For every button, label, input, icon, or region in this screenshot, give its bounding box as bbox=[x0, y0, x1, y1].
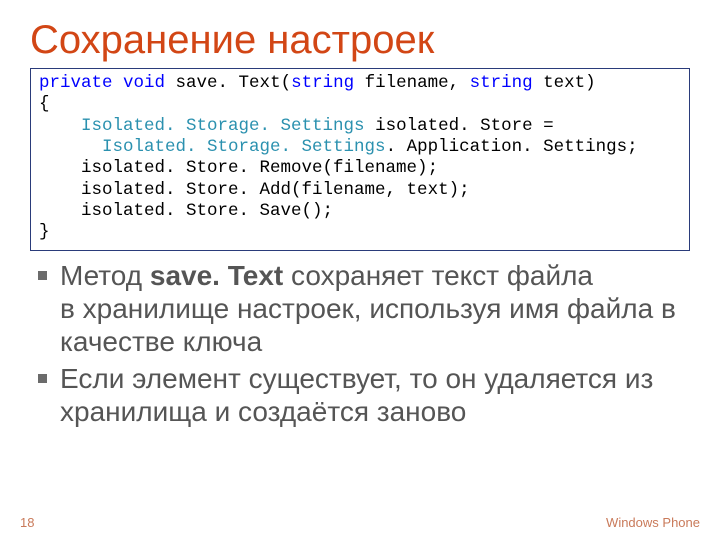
bullet-text: Если элемент существует, то он удаляется… bbox=[60, 363, 653, 427]
code-text: isolated. Store. Save(); bbox=[39, 201, 333, 221]
code-type: string bbox=[291, 73, 354, 93]
code-text: text) bbox=[533, 73, 596, 93]
brand-label: Windows Phone bbox=[606, 515, 700, 530]
code-text: filename, bbox=[354, 73, 470, 93]
code-text: isolated. Store. Add(filename, text); bbox=[39, 180, 470, 200]
code-keyword: void bbox=[123, 73, 165, 93]
code-type: Isolated. Storage. Settings bbox=[102, 137, 386, 157]
code-type: Isolated. Storage. Settings bbox=[81, 116, 365, 136]
bullet-strong: save. Text bbox=[150, 260, 283, 291]
code-keyword: private bbox=[39, 73, 113, 93]
code-text bbox=[39, 137, 102, 157]
code-text: isolated. Store. Remove(filename); bbox=[39, 158, 438, 178]
code-text bbox=[39, 116, 81, 136]
list-item: Если элемент существует, то он удаляется… bbox=[34, 362, 690, 428]
code-block: private void save. Text(string filename,… bbox=[30, 68, 690, 251]
code-text: } bbox=[39, 222, 50, 242]
code-type: string bbox=[470, 73, 533, 93]
code-text: . Application. Settings; bbox=[386, 137, 638, 157]
list-item: Метод save. Text сохраняет текст файла в… bbox=[34, 259, 690, 358]
code-text: { bbox=[39, 94, 50, 114]
code-text: isolated. Store = bbox=[365, 116, 554, 136]
code-text: save. Text( bbox=[165, 73, 291, 93]
slide: Сохранение настроек private void save. T… bbox=[0, 0, 720, 540]
bullet-text: Метод bbox=[60, 260, 150, 291]
page-number: 18 bbox=[20, 515, 34, 530]
bullet-list: Метод save. Text сохраняет текст файла в… bbox=[34, 259, 690, 428]
page-title: Сохранение настроек bbox=[30, 18, 690, 62]
